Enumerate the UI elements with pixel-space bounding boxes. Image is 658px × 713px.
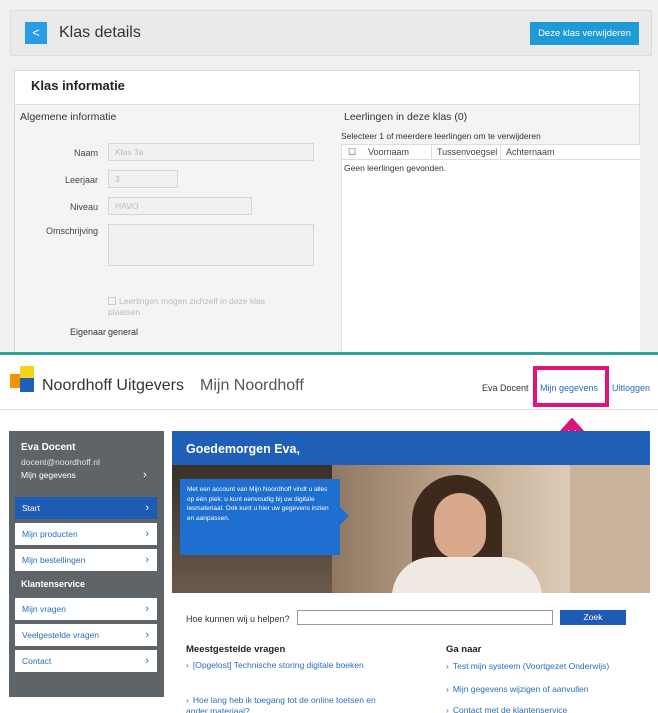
- class-details-panel: < Klas details Deze klas verwijderen Kla…: [0, 0, 658, 353]
- niveau-label: Niveau: [69, 202, 98, 212]
- greeting-title: Goedemorgen Eva,: [186, 442, 300, 456]
- naam-label: Naam: [73, 148, 98, 158]
- page-title: Klas details: [59, 24, 141, 41]
- promo-box-pointer: [340, 507, 349, 525]
- card-title: Klas informatie: [31, 78, 125, 93]
- search-button[interactable]: Zoek: [560, 610, 626, 625]
- sidebar-section-klantenservice: Klantenservice: [21, 579, 86, 589]
- col-achternaam[interactable]: Achternaam: [506, 147, 555, 157]
- chevron-right-icon: ›: [145, 502, 149, 514]
- students-table-header: ☐ Voornaam Tussenvoegsel Achternaam: [342, 144, 641, 160]
- owner-label: Eigenaar: [69, 327, 106, 337]
- students-section-heading: Leerlingen in deze klas (0): [344, 111, 468, 123]
- chevron-right-icon: ›: [145, 528, 149, 540]
- faq-link[interactable]: › Hoe lang heb ik toegang tot de online t…: [186, 695, 376, 713]
- omschrijving-field[interactable]: [108, 224, 314, 266]
- col-voornaam[interactable]: Voornaam: [368, 147, 409, 157]
- portal-name: Mijn Noordhoff: [200, 377, 304, 394]
- self-enroll-checkbox[interactable]: [108, 297, 116, 305]
- sidebar-item-mijn-bestellingen[interactable]: Mijn bestellingen ›: [15, 549, 157, 571]
- leerjaar-label: Leerjaar: [64, 175, 98, 185]
- naam-field[interactable]: Klas 3a: [108, 143, 314, 161]
- omschrijving-label: Omschrijving: [45, 226, 98, 236]
- self-enroll-label: Leerlingen mogen zichzelf in deze klas p…: [108, 296, 266, 317]
- owner-value: general: [108, 327, 139, 337]
- sidebar-profile-link[interactable]: Mijn gegevens: [21, 470, 76, 480]
- help-search-input[interactable]: [297, 610, 553, 625]
- select-all-checkbox[interactable]: ☐: [348, 147, 356, 158]
- promo-box: Met een account van Mijn Noordhoff vindt…: [180, 479, 340, 555]
- sidebar-item-mijn-producten[interactable]: Mijn producten ›: [15, 523, 157, 545]
- chevron-right-icon: ›: [145, 629, 149, 641]
- highlight-box: [533, 366, 609, 407]
- site-header: Noordhoff Uitgevers Mijn Noordhoff Eva D…: [0, 355, 658, 410]
- students-hint: Selecteer 1 of meerdere leerlingen om te…: [341, 131, 541, 141]
- logout-link[interactable]: Uitloggen: [612, 383, 650, 393]
- delete-class-button[interactable]: Deze klas verwijderen: [530, 22, 639, 45]
- sidebar-item-veelgestelde-vragen[interactable]: Veelgestelde vragen ›: [15, 624, 157, 646]
- logo-icon: [10, 366, 36, 392]
- general-section-heading: Algemene informatie: [20, 111, 117, 123]
- faq-heading: Meestgestelde vragen: [186, 644, 286, 655]
- chevron-right-icon: ›: [143, 469, 147, 481]
- page-header: < Klas details Deze klas verwijderen: [10, 10, 652, 56]
- chevron-right-icon: ›: [145, 554, 149, 566]
- sidebar-item-start[interactable]: Start ›: [15, 497, 157, 519]
- greeting-banner: Goedemorgen Eva,: [172, 431, 650, 465]
- chevron-right-icon: ›: [145, 655, 149, 667]
- mijn-noordhoff-panel: Noordhoff Uitgevers Mijn Noordhoff Eva D…: [0, 355, 658, 713]
- goto-link[interactable]: › Test mijn systeem (Voortgezet Onderwijs…: [446, 661, 651, 672]
- sidebar: Eva Docent docent@noordhoff.nl Mijn gege…: [9, 431, 164, 697]
- leerjaar-field[interactable]: 3: [108, 170, 178, 188]
- sidebar-user-name: Eva Docent: [21, 442, 76, 453]
- niveau-field[interactable]: HAVO: [108, 197, 252, 215]
- chevron-right-icon: ›: [145, 603, 149, 615]
- sidebar-user-email: docent@noordhoff.nl: [21, 457, 100, 467]
- empty-message: Geen leerlingen gevonden.: [344, 163, 447, 173]
- goto-link[interactable]: › Mijn gegevens wijzigen of aanvullen: [446, 684, 651, 695]
- back-button[interactable]: <: [25, 22, 47, 44]
- col-tussenvoegsel[interactable]: Tussenvoegsel: [437, 147, 497, 157]
- promo-text: Met een account van Mijn Noordhoff vindt…: [187, 486, 329, 522]
- sidebar-item-mijn-vragen[interactable]: Mijn vragen ›: [15, 598, 157, 620]
- goto-heading: Ga naar: [446, 644, 482, 655]
- goto-link[interactable]: › Contact met de klantenservice: [446, 705, 651, 713]
- students-table: ☐ Voornaam Tussenvoegsel Achternaam Geen…: [341, 144, 641, 352]
- faq-link[interactable]: › [Opgelost] Technische storing digitale …: [186, 660, 376, 671]
- brand-name: Noordhoff Uitgevers: [42, 377, 184, 394]
- sidebar-item-contact[interactable]: Contact ›: [15, 650, 157, 672]
- self-enroll-checkbox-row[interactable]: Leerlingen mogen zichzelf in deze klas p…: [108, 296, 298, 318]
- help-label: Hoe kunnen wij u helpen?: [186, 614, 290, 624]
- header-user-name: Eva Docent: [482, 383, 529, 393]
